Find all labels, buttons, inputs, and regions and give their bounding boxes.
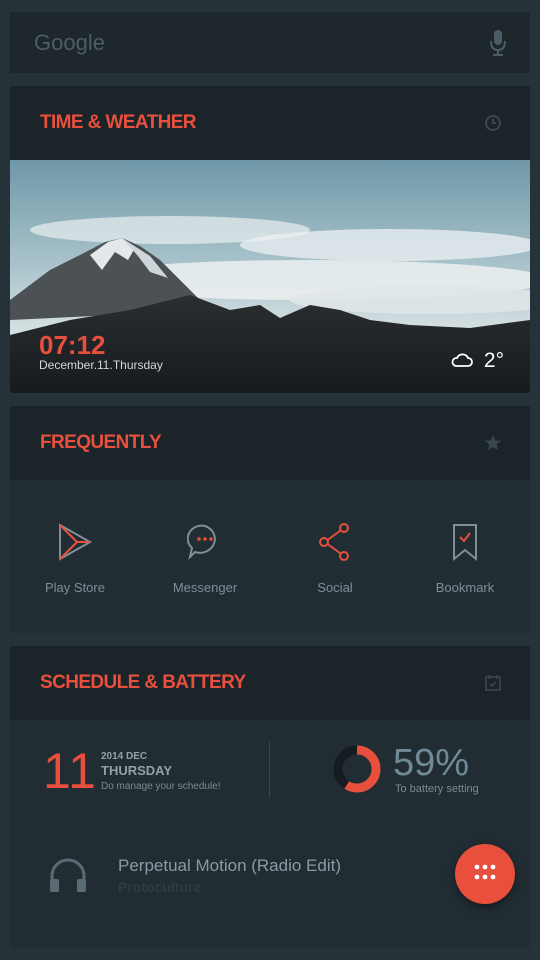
schedule-battery-card: SCHEDULE & BATTERY 11 2014 DEC THURSDAY … [10, 646, 530, 948]
search-bar[interactable]: Google [10, 12, 530, 73]
frequently-card: FREQUENTLY Play Store Messenger Social B… [10, 406, 530, 633]
app-drawer-button[interactable] [455, 844, 515, 904]
divider [269, 742, 270, 798]
app-label: Play Store [45, 580, 105, 595]
app-bookmark[interactable]: Bookmark [400, 520, 530, 595]
grid-dots-icon [474, 864, 496, 885]
calendar-year-month: 2014 DEC [101, 751, 148, 762]
clock-icon[interactable] [484, 114, 502, 137]
star-icon[interactable] [484, 434, 502, 457]
calendar-day-number[interactable]: 11 [43, 742, 97, 800]
song-artist: Protoculture [118, 879, 202, 895]
battery-donut[interactable] [332, 742, 382, 801]
calendar-check-icon[interactable] [484, 674, 502, 697]
calendar-weekday: THURSDAY [101, 763, 173, 778]
app-shortcuts: Play Store Messenger Social Bookmark [10, 480, 530, 633]
card-header: TIME & WEATHER [10, 86, 530, 160]
clock-time: 07:12 [39, 330, 106, 360]
temperature: 2° [483, 349, 504, 372]
battery-setting-link[interactable]: To battery setting [395, 783, 479, 795]
share-icon [270, 520, 400, 564]
card-header: FREQUENTLY [10, 406, 530, 480]
card-header: SCHEDULE & BATTERY [10, 646, 530, 720]
microphone-icon[interactable] [490, 29, 506, 62]
app-messenger[interactable]: Messenger [140, 520, 270, 595]
battery-percent: 59% [393, 742, 470, 784]
card-title: TIME & WEATHER [40, 112, 197, 133]
bookmark-icon [400, 520, 530, 564]
play-store-icon [10, 520, 140, 564]
app-play-store[interactable]: Play Store [10, 520, 140, 595]
app-label: Social [317, 580, 353, 595]
time-weather-card: TIME & WEATHER 07:12 December.11.Thursda… [10, 86, 530, 393]
app-label: Messenger [172, 580, 238, 595]
app-social[interactable]: Social [270, 520, 400, 595]
headphones-icon[interactable] [48, 858, 88, 899]
partly-cloudy-icon [450, 350, 474, 375]
clock-date: December.11.Thursday [39, 358, 163, 372]
song-title: Perpetual Motion (Radio Edit) [118, 856, 342, 875]
search-placeholder: Google [34, 30, 105, 55]
messenger-icon [140, 520, 270, 564]
card-title: SCHEDULE & BATTERY [40, 672, 246, 693]
schedule-hint[interactable]: Do manage your schedule! [101, 781, 221, 792]
card-title: FREQUENTLY [40, 432, 162, 453]
app-label: Bookmark [435, 580, 495, 595]
